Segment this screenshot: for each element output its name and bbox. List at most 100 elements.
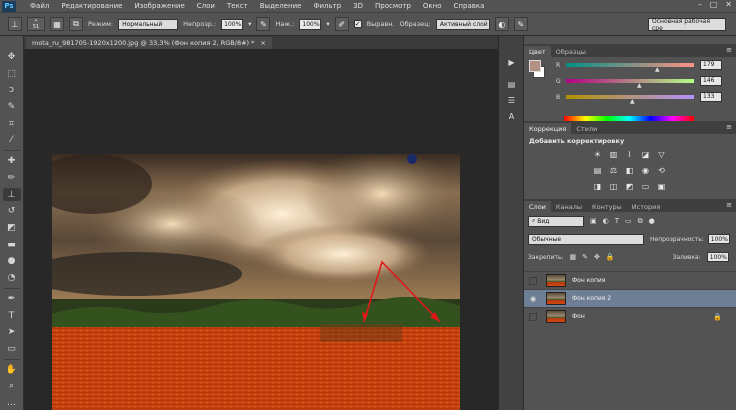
menu-file[interactable]: Файл bbox=[24, 2, 55, 10]
layer-kind-select[interactable]: ⌕ Вид bbox=[528, 215, 584, 227]
layer-row-selected[interactable]: ◉ Фон копия 2 bbox=[524, 289, 736, 307]
move-tool-icon[interactable]: ✥ bbox=[3, 50, 21, 64]
document-tab[interactable]: mota_ru_981705-1920x1200.jpg @ 33,3% (Фо… bbox=[26, 37, 272, 49]
channel-mixer-icon[interactable]: ⟲ bbox=[656, 165, 667, 176]
workspace-select[interactable]: Основная рабочая сре bbox=[648, 18, 726, 32]
tab-channels[interactable]: Каналы bbox=[551, 201, 587, 212]
minimize-button[interactable]: – bbox=[698, 0, 702, 9]
lock-all-icon[interactable]: 🔒 bbox=[606, 253, 615, 261]
crop-tool-icon[interactable]: ⌗ bbox=[3, 117, 21, 131]
tab-styles[interactable]: Стили bbox=[571, 123, 602, 134]
smart-object-filter-icon[interactable]: ⧉ bbox=[638, 217, 643, 226]
lock-position-icon[interactable]: ✥ bbox=[594, 253, 600, 261]
brush-panel-icon[interactable]: ▦ bbox=[50, 17, 64, 31]
menu-select[interactable]: Выделение bbox=[254, 2, 308, 10]
opacity-input[interactable]: 100% bbox=[221, 18, 244, 30]
shape-filter-icon[interactable]: ▭ bbox=[625, 217, 632, 225]
selective-color-icon[interactable]: ▣ bbox=[656, 181, 667, 192]
b-value-input[interactable]: 133 bbox=[700, 92, 722, 102]
brightness-contrast-icon[interactable]: ☀ bbox=[592, 149, 603, 160]
sample-select[interactable]: Активный слой bbox=[435, 18, 490, 30]
r-slider-thumb-icon[interactable]: ▲ bbox=[655, 67, 660, 73]
foreground-color-swatch[interactable] bbox=[529, 60, 541, 72]
menu-view[interactable]: Просмотр bbox=[369, 2, 417, 10]
g-slider-thumb-icon[interactable]: ▲ bbox=[637, 83, 642, 89]
color-balance-icon[interactable]: ⚖ bbox=[608, 165, 619, 176]
properties-icon[interactable]: ☰ bbox=[504, 94, 519, 107]
g-value-input[interactable]: 146 bbox=[700, 76, 722, 86]
ignore-adjustment-layers-icon[interactable]: ◐ bbox=[494, 17, 509, 31]
threshold-icon[interactable]: ◩ bbox=[624, 181, 635, 192]
tab-paths[interactable]: Контуры bbox=[587, 201, 627, 212]
pressure-input[interactable]: 100% bbox=[299, 18, 322, 30]
pressure-arrow-icon[interactable]: ▾ bbox=[326, 20, 329, 28]
pixel-filter-icon[interactable]: ▣ bbox=[590, 217, 597, 225]
black-white-icon[interactable]: ◧ bbox=[624, 165, 635, 176]
menu-window[interactable]: Окно bbox=[417, 2, 448, 10]
dodge-tool-icon[interactable]: ◔ bbox=[3, 271, 21, 285]
play-action-icon[interactable]: ▶ bbox=[504, 56, 519, 69]
document-image[interactable] bbox=[52, 154, 460, 410]
lock-transparent-icon[interactable]: ▦ bbox=[570, 253, 577, 261]
blur-tool-icon[interactable]: ● bbox=[3, 255, 21, 269]
menu-image[interactable]: Изображение bbox=[128, 2, 190, 10]
b-slider-thumb-icon[interactable]: ▲ bbox=[630, 99, 635, 105]
menu-help[interactable]: Справка bbox=[448, 2, 491, 10]
curves-icon[interactable]: ⌇ bbox=[624, 149, 635, 160]
menu-layers[interactable]: Слои bbox=[191, 2, 221, 10]
g-slider[interactable] bbox=[566, 79, 694, 83]
vibrance-icon[interactable]: ▽ bbox=[656, 149, 667, 160]
tab-swatches[interactable]: Образцы bbox=[551, 46, 591, 57]
menu-edit[interactable]: Редактирование bbox=[55, 2, 128, 10]
eyedropper-tool-icon[interactable]: ⁄ bbox=[3, 134, 21, 148]
tab-history[interactable]: История bbox=[627, 201, 665, 212]
photo-filter-icon[interactable]: ◉ bbox=[640, 165, 651, 176]
exposure-icon[interactable]: ◪ bbox=[640, 149, 651, 160]
visibility-toggle[interactable] bbox=[529, 276, 537, 285]
quick-selection-tool-icon[interactable]: ✎ bbox=[3, 100, 21, 114]
type-filter-icon[interactable]: T bbox=[615, 217, 619, 225]
pen-tool-icon[interactable]: ✒ bbox=[3, 292, 21, 306]
lasso-tool-icon[interactable]: ↄ bbox=[3, 83, 21, 97]
zoom-tool-icon[interactable]: ⌕ bbox=[3, 380, 21, 394]
visibility-toggle[interactable] bbox=[529, 312, 537, 321]
type-tool-icon[interactable]: T bbox=[3, 309, 21, 323]
layer-row[interactable]: Фон 🔒 bbox=[524, 307, 736, 325]
tablet-pressure-size-icon[interactable]: ✎ bbox=[513, 17, 528, 31]
panel-menu-icon[interactable]: ≡ bbox=[726, 46, 732, 54]
r-value-input[interactable]: 179 bbox=[700, 60, 722, 70]
close-tab-icon[interactable]: × bbox=[260, 39, 265, 47]
filter-toggle-icon[interactable]: ● bbox=[649, 217, 655, 225]
tab-color[interactable]: Цвет bbox=[524, 46, 551, 57]
marquee-tool-icon[interactable]: ⬚ bbox=[3, 67, 21, 81]
opacity-arrow-icon[interactable]: ▾ bbox=[248, 20, 251, 28]
clone-stamp-tool-preset-icon[interactable]: ⊥ bbox=[8, 17, 22, 31]
path-selection-tool-icon[interactable]: ➤ bbox=[3, 325, 21, 339]
eye-icon[interactable]: ◉ bbox=[524, 295, 542, 303]
brush-presets-icon[interactable]: ▤ bbox=[504, 78, 519, 91]
gradient-map-icon[interactable]: ▭ bbox=[640, 181, 651, 192]
blend-mode-select[interactable]: Обычные bbox=[528, 233, 644, 245]
layer-row[interactable]: Фон копия bbox=[524, 271, 736, 289]
close-button[interactable]: ✕ bbox=[725, 0, 732, 9]
mode-select[interactable]: Нормальный bbox=[118, 18, 179, 30]
levels-icon[interactable]: ▥ bbox=[608, 149, 619, 160]
tab-layers[interactable]: Слои bbox=[524, 201, 551, 212]
eraser-tool-icon[interactable]: ◩ bbox=[3, 221, 21, 235]
menu-filter[interactable]: Фильтр bbox=[307, 2, 347, 10]
hand-tool-icon[interactable]: ✋ bbox=[3, 363, 21, 377]
tab-adjustments[interactable]: Коррекция bbox=[524, 123, 572, 134]
brush-size-picker[interactable]: • 51 bbox=[27, 17, 45, 31]
align-checkbox[interactable]: ✓ bbox=[353, 20, 362, 28]
panel-menu-icon[interactable]: ≡ bbox=[726, 201, 732, 209]
clone-source-panel-icon[interactable]: ⧉ bbox=[69, 17, 83, 31]
lock-image-icon[interactable]: ✎ bbox=[582, 253, 588, 261]
more-tools-icon[interactable]: … bbox=[3, 396, 21, 410]
healing-brush-tool-icon[interactable]: ✚ bbox=[3, 154, 21, 168]
hue-saturation-icon[interactable]: ▤ bbox=[592, 165, 603, 176]
menu-text[interactable]: Текст bbox=[221, 2, 254, 10]
maximize-button[interactable]: □ bbox=[710, 0, 718, 9]
tablet-pressure-opacity-icon[interactable]: ✎ bbox=[256, 17, 271, 31]
airbrush-icon[interactable]: ✐ bbox=[334, 17, 349, 31]
panel-menu-icon[interactable]: ≡ bbox=[726, 123, 732, 131]
